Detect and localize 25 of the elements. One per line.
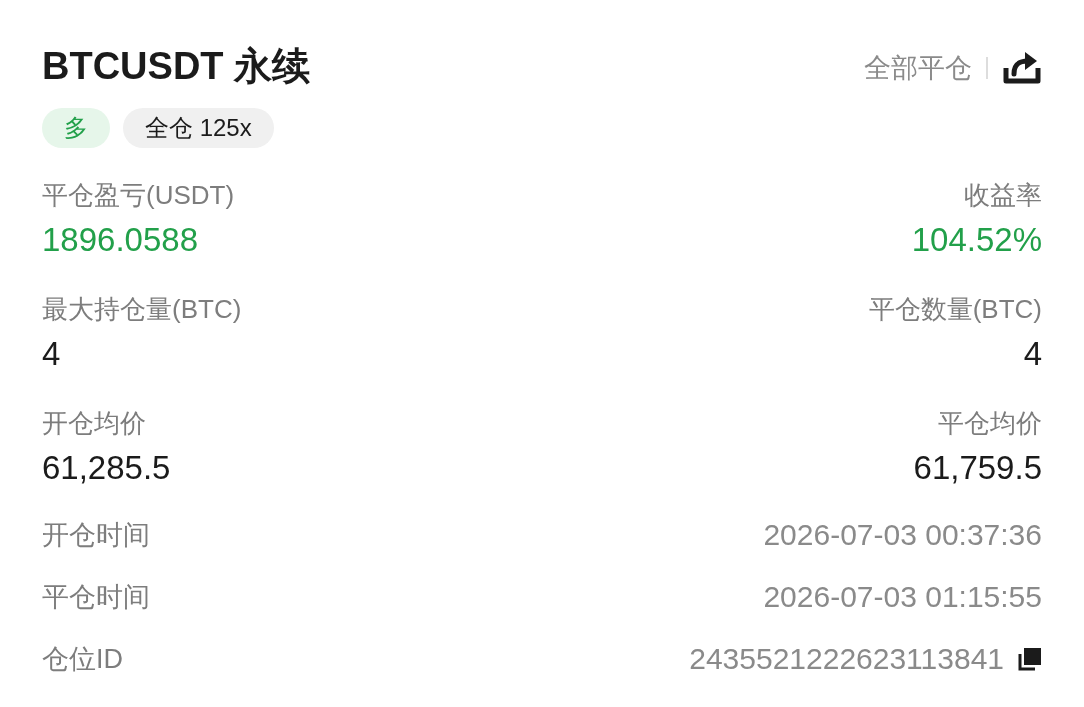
stat-value: 4 [1023, 334, 1042, 374]
contract-title: BTCUSDT 永续 [42, 44, 311, 89]
stat-label: 开仓均价 [42, 407, 146, 440]
side-tag: 多 [42, 108, 110, 148]
stat-label: 平仓数量(BTC) [868, 293, 1042, 326]
detail-value: 2435521222623113841 [689, 642, 1004, 676]
close-all-link[interactable]: 全部平仓 [864, 51, 972, 85]
stat-label: 最大持仓量(BTC) [42, 293, 242, 326]
detail-label: 仓位ID [42, 643, 123, 676]
stat-value: 4 [42, 334, 61, 374]
copy-button[interactable] [1018, 647, 1042, 671]
stat-value: 61,285.5 [42, 448, 171, 488]
detail-label: 平仓时间 [42, 581, 150, 614]
stat-label: 平仓均价 [938, 407, 1042, 440]
margin-tag: 全仓 125x [123, 108, 274, 148]
stat-label: 收益率 [964, 179, 1042, 212]
detail-value: 2026-07-03 00:37:36 [763, 518, 1042, 552]
stat-value: 61,759.5 [913, 448, 1042, 488]
stat-value: 104.52% [911, 220, 1042, 260]
stat-value: 1896.0588 [42, 220, 198, 260]
detail-value: 2026-07-03 01:15:55 [763, 580, 1042, 614]
detail-label: 开仓时间 [42, 519, 150, 552]
share-icon [1003, 50, 1041, 86]
stat-label: 平仓盈亏(USDT) [42, 179, 235, 212]
copy-icon [1018, 647, 1042, 671]
